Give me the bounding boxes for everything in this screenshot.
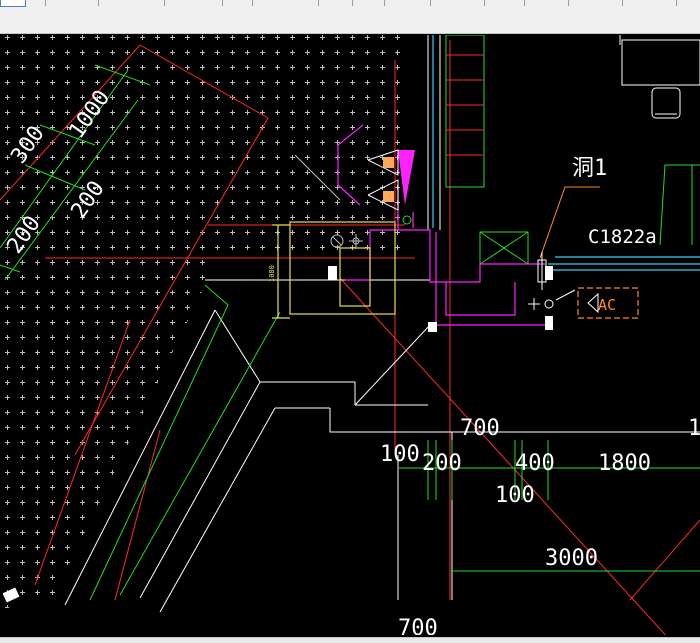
- tiny-dim-label: 1080: [268, 265, 276, 282]
- ac-unit-label: AC: [598, 296, 616, 314]
- window-code-label: C1822a: [588, 226, 657, 248]
- dim-700-top: 700: [460, 416, 500, 441]
- dim-3000: 3000: [545, 546, 598, 571]
- hatched-ground-area: [0, 35, 400, 610]
- tab-separator: [252, 0, 253, 6]
- fixture-circle: [402, 215, 412, 225]
- tab-separator: [622, 0, 623, 6]
- green-window-frames: [445, 35, 700, 265]
- dim-400: 400: [515, 451, 555, 476]
- cad-drawing-canvas[interactable]: 300 1000 200 200 1080 AC 洞1 C1822a 700 1…: [0, 35, 700, 635]
- status-bar: [0, 637, 700, 643]
- red-stair-marks: [446, 54, 484, 156]
- tab-separator: [222, 0, 223, 6]
- tab-separator: [318, 0, 319, 6]
- tab-separator: [164, 0, 165, 6]
- dim-200: 200: [422, 451, 462, 476]
- tab-separator: [352, 0, 353, 6]
- ac-unit: AC: [528, 287, 639, 319]
- opening-label: 洞1: [572, 156, 607, 181]
- tab-separator: [98, 0, 99, 6]
- tab-separator: [430, 0, 431, 6]
- tab-separator: [568, 0, 569, 6]
- tab-separator: [384, 0, 385, 6]
- magenta-triangle: [398, 150, 415, 205]
- tab-separator: [676, 0, 677, 6]
- window-symbol: [537, 252, 547, 290]
- dim-edge-partial: 1: [688, 416, 700, 441]
- tab-separator: [524, 0, 525, 6]
- cyan-pipes: [432, 35, 700, 271]
- dim-100-left: 100: [380, 442, 420, 467]
- tab-separator: [484, 0, 485, 6]
- dim-1800: 1800: [598, 451, 651, 476]
- tab-separator: [45, 0, 46, 6]
- active-document-tab[interactable]: [0, 0, 26, 7]
- document-tab-bar: [0, 0, 700, 34]
- dim-700-bottom: 700: [398, 616, 438, 635]
- dim-100-bottom: 100: [495, 483, 535, 508]
- furniture-block: [619, 35, 700, 119]
